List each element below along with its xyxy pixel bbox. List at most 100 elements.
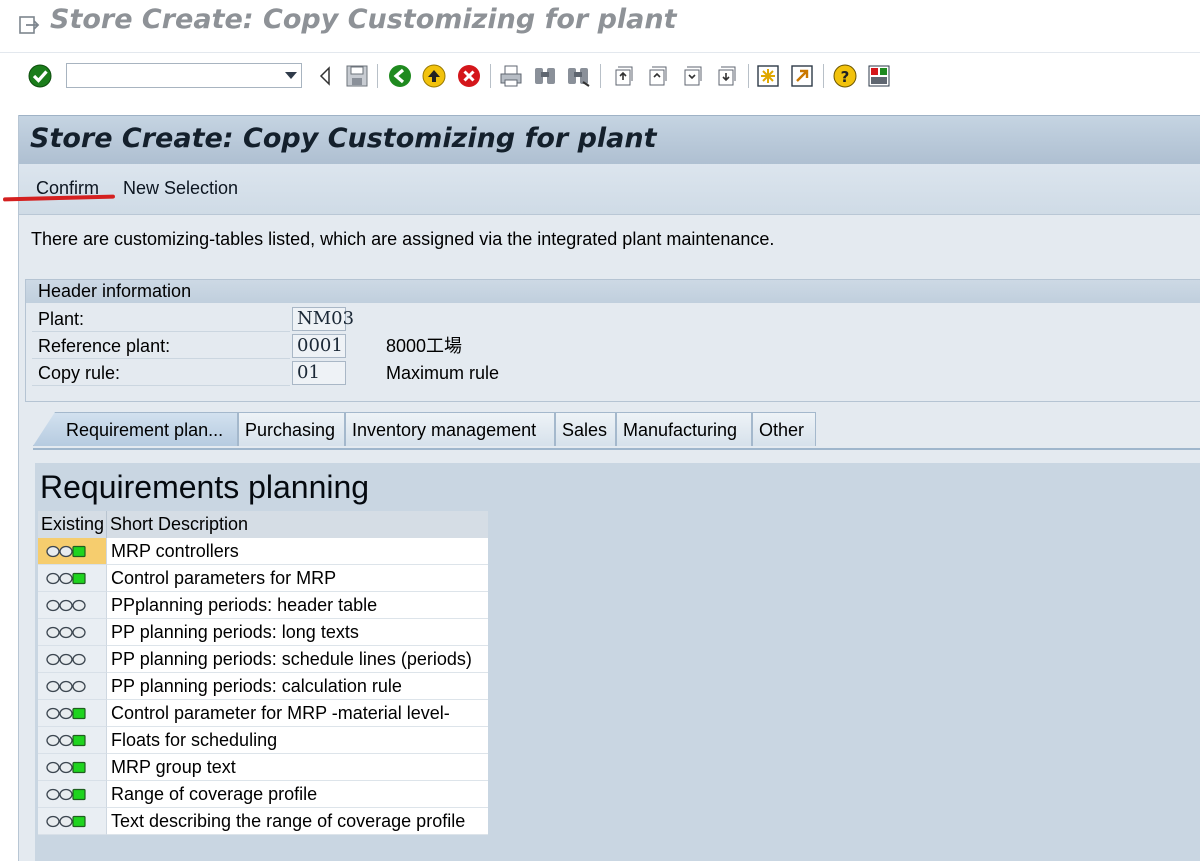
customize-layout-icon[interactable] [866,63,892,89]
reference-plant-field[interactable]: 0001 [292,334,346,358]
screen-title: Store Create: Copy Customizing for plant [30,123,657,154]
tab-inventory-management[interactable]: Inventory management [345,412,555,446]
reference-plant-description: 8000工場 [386,336,463,356]
collapse-left-icon[interactable] [313,63,339,89]
table-row[interactable]: PPplanning periods: header table [38,592,488,619]
status-lights-icon [46,761,86,774]
back-icon[interactable] [387,63,413,89]
short-description-cell[interactable]: Range of coverage profile [107,781,488,808]
table-row[interactable]: PP planning periods: calculation rule [38,673,488,700]
table-row[interactable]: MRP group text [38,754,488,781]
short-description-cell[interactable]: MRP controllers [107,538,488,565]
generate-shortcut-icon[interactable] [789,63,815,89]
copy-rule-description: Maximum rule [386,363,500,383]
header-information-group: Header information Plant: NM03 Reference… [25,279,1200,402]
status-lights-icon [46,815,86,828]
menu-exit-icon[interactable] [18,14,40,36]
copy-rule-field[interactable]: 01 [292,361,346,385]
exit-icon[interactable] [421,63,447,89]
chevron-down-icon[interactable] [285,72,297,79]
first-page-icon[interactable] [610,63,636,89]
table-row[interactable]: Control parameters for MRP [38,565,488,592]
short-description-cell[interactable]: Text describing the range of coverage pr… [107,808,488,835]
status-lights-icon [46,788,86,801]
requirements-planning-panel: Requirements planning Existing Short Des… [35,463,1200,861]
status-lights-icon [46,653,86,666]
screen-title-bar: Store Create: Copy Customizing for plant [19,115,1200,165]
command-field[interactable] [66,63,302,88]
table-row[interactable]: Text describing the range of coverage pr… [38,808,488,835]
save-icon[interactable] [344,63,370,89]
tab-requirement-planning[interactable]: Requirement plan... [33,412,238,446]
table-row[interactable]: MRP controllers [38,538,488,565]
table-row[interactable]: Control parameter for MRP -material leve… [38,700,488,727]
status-lights-icon [46,734,86,747]
next-page-icon[interactable] [679,63,705,89]
status-lights-icon [46,626,86,639]
existing-cell[interactable] [38,592,107,619]
status-lights-icon [46,545,86,558]
short-description-cell[interactable]: PP planning periods: long texts [107,619,488,646]
status-lights-icon [46,599,86,612]
short-description-cell[interactable]: Control parameters for MRP [107,565,488,592]
cancel-icon[interactable] [456,63,482,89]
short-description-cell[interactable]: PPplanning periods: header table [107,592,488,619]
column-header-existing[interactable]: Existing [38,511,107,538]
copy-rule-field-row: Copy rule: 01 Maximum rule [26,361,499,387]
help-icon[interactable]: ? [832,63,858,89]
last-page-icon[interactable] [713,63,739,89]
group-header: Header information [26,280,1200,303]
existing-cell[interactable] [38,727,107,754]
tab-manufacturing[interactable]: Manufacturing [616,412,752,446]
window-title: Store Create: Copy Customizing for plant [50,4,677,35]
existing-cell[interactable] [38,565,107,592]
info-message: There are customizing-tables listed, whi… [31,229,775,249]
application-toolbar: Confirm New Selection [19,164,1200,215]
group-title: Header information [38,281,192,301]
find-next-icon[interactable] [565,63,591,89]
enter-check-icon[interactable] [27,63,53,89]
previous-page-icon[interactable] [644,63,670,89]
existing-cell[interactable] [38,619,107,646]
table-row[interactable]: PP planning periods: schedule lines (per… [38,646,488,673]
existing-cell[interactable] [38,700,107,727]
main-panel: Store Create: Copy Customizing for plant… [2,115,1200,861]
short-description-cell[interactable]: PP planning periods: schedule lines (per… [107,646,488,673]
copy-rule-label: Copy rule: [32,361,290,386]
print-icon[interactable] [498,63,524,89]
reference-plant-label: Reference plant: [32,334,290,359]
short-description-cell[interactable]: Floats for scheduling [107,727,488,754]
tab-strip: Requirement plan... Purchasing Inventory… [19,412,1200,447]
short-description-cell[interactable]: PP planning periods: calculation rule [107,673,488,700]
existing-cell[interactable] [38,808,107,835]
existing-cell[interactable] [38,673,107,700]
status-lights-icon [46,572,86,585]
standard-toolbar: ? [0,53,1200,99]
plant-field[interactable]: NM03 [292,307,354,331]
column-header-short-description[interactable]: Short Description [107,511,488,538]
existing-cell[interactable] [38,646,107,673]
panel-title: Requirements planning [40,469,370,505]
window-title-bar: Store Create: Copy Customizing for plant [0,0,1200,53]
plant-field-row: Plant: NM03 [26,307,356,333]
existing-cell[interactable] [38,781,107,808]
short-description-cell[interactable]: MRP group text [107,754,488,781]
tab-other[interactable]: Other [752,412,816,446]
create-session-icon[interactable] [755,63,781,89]
short-description-cell[interactable]: Control parameter for MRP -material leve… [107,700,488,727]
tab-purchasing[interactable]: Purchasing [238,412,345,446]
table-row[interactable]: Floats for scheduling [38,727,488,754]
table-row[interactable]: PP planning periods: long texts [38,619,488,646]
table-row[interactable]: Range of coverage profile [38,781,488,808]
find-icon[interactable] [532,63,558,89]
command-input[interactable] [71,65,275,88]
existing-cell[interactable] [38,754,107,781]
status-lights-icon [46,707,86,720]
plant-label: Plant: [32,307,290,332]
reference-plant-field-row: Reference plant: 0001 8000工場 [26,334,462,360]
existing-cell[interactable] [38,538,107,565]
new-selection-button[interactable]: New Selection [123,178,238,199]
status-lights-icon [46,680,86,693]
tab-divider [33,448,1200,450]
tab-sales[interactable]: Sales [555,412,616,446]
